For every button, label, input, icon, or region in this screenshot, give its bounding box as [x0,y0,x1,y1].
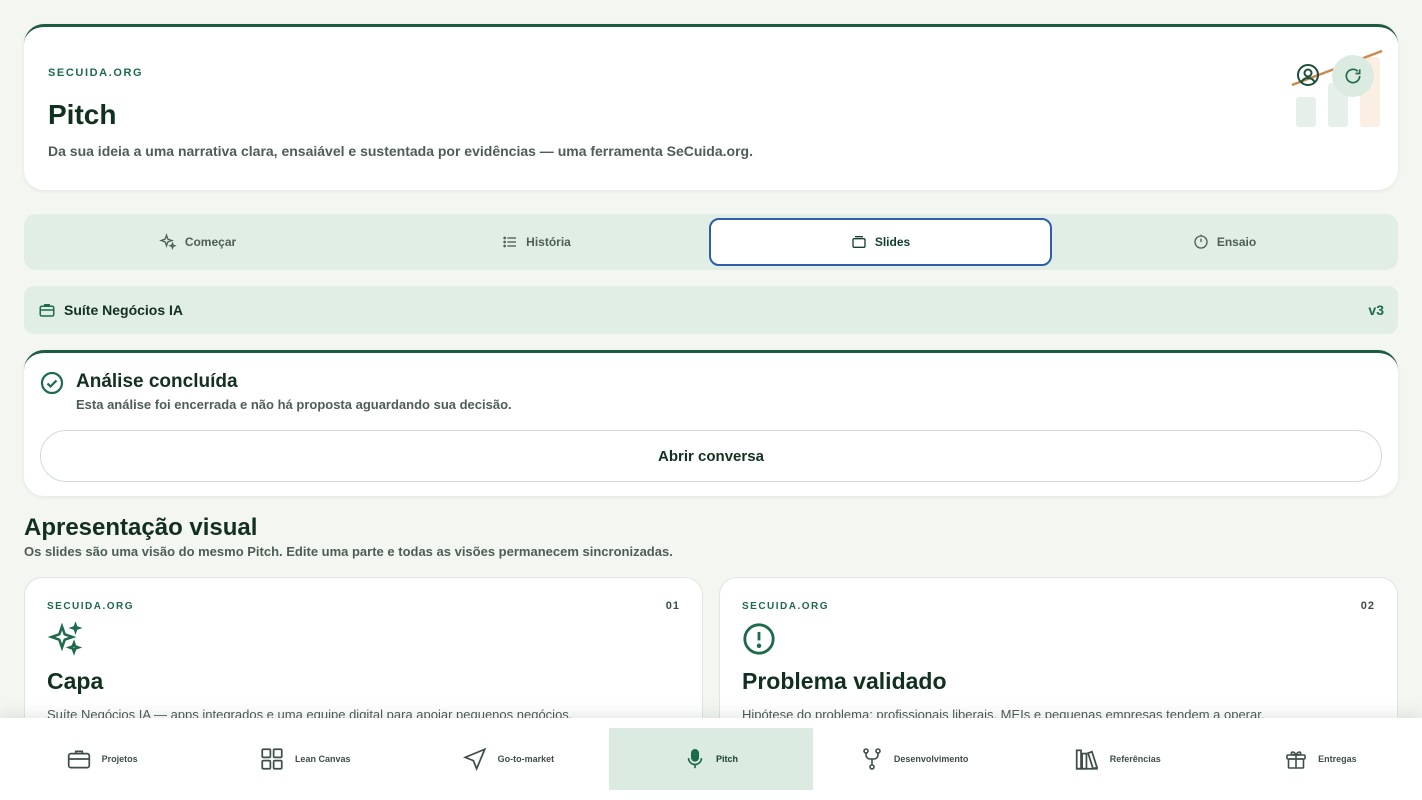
library-icon [1075,749,1098,770]
nav-label: Desenvolvimento [893,754,969,764]
refresh-button[interactable] [1332,55,1374,97]
bottom-nav: Projetos Lean Canvas Go-to-market Pitch … [0,718,1422,800]
tab-label: História [526,235,571,249]
refresh-icon [1345,68,1361,84]
tab-historia[interactable]: História [367,218,706,266]
nav-item-referencias[interactable]: Referências [1016,728,1219,790]
slide-brand: SECUIDA.ORG [47,600,135,612]
slide-title: Problema validado [742,668,947,694]
nav-label: Go-to-market [497,754,555,764]
tab-label: Ensaio [1216,235,1257,249]
slide-brand: SECUIDA.ORG [742,600,830,612]
tab-slides[interactable]: Slides [709,218,1052,266]
timer-icon [1194,234,1208,249]
alert-circle-icon [743,623,775,655]
nav-item-desenvolvimento[interactable]: Desenvolvimento [813,728,1016,790]
nav-label: Lean Canvas [294,754,351,764]
user-button[interactable] [1290,57,1326,93]
tab-label: Slides [874,235,911,249]
page: SECUIDA.ORG Pitch Da sua ideia a uma nar… [24,24,1398,777]
slide-number: 02 [1360,600,1375,612]
user-circle-icon [1297,64,1319,86]
brand-label: SECUIDA.ORG [48,67,144,79]
header-card: SECUIDA.ORG Pitch Da sua ideia a uma nar… [24,24,1398,190]
project-bar[interactable]: Suíte Negócios IA v3 [24,286,1398,334]
list-icon [503,236,517,248]
briefcase-icon [67,750,90,769]
slide-number: 01 [665,600,680,612]
microphone-icon [687,749,703,769]
nav-label: Referências [1109,754,1161,764]
nav-item-entregas[interactable]: Entregas [1219,728,1422,790]
nav-item-lean-canvas[interactable]: Lean Canvas [203,728,406,790]
nav-label: Pitch [715,754,738,764]
analysis-card: Análise concluída Esta análise foi encer… [24,350,1398,496]
git-branch-icon [863,748,881,770]
nav-item-projetos[interactable]: Projetos [0,728,203,790]
navigation-icon [462,747,486,772]
project-name: Suíte Negócios IA [64,302,184,318]
open-conversation-button[interactable]: Abrir conversa [40,430,1382,482]
briefcase-icon [39,304,55,317]
nav-item-go-to-market[interactable]: Go-to-market [406,728,609,790]
sparkles-icon [47,622,83,656]
nav-item-pitch[interactable]: Pitch [609,728,813,790]
section-title: Apresentação visual [24,514,258,541]
analysis-header: Análise concluída Esta análise foi encer… [40,371,1382,412]
nav-label: Entregas [1318,754,1357,764]
grid-icon [261,748,283,770]
tab-ensaio[interactable]: Ensaio [1055,218,1394,266]
pitch-tabs: Começar História Slides Ensaio [24,214,1398,270]
analysis-title: Análise concluída [76,371,238,392]
page-subtitle: Da sua ideia a uma narrativa clara, ensa… [48,143,753,159]
check-circle-icon [40,371,64,395]
sparkles-icon [158,233,177,250]
gift-icon [1286,751,1306,769]
page-title: Pitch [48,99,117,130]
tab-comecar[interactable]: Começar [28,218,367,266]
nav-label: Projetos [101,754,138,764]
tab-label: Começar [184,235,237,249]
slides-icon [852,236,866,248]
section-subtitle: Os slides são uma visão do mesmo Pitch. … [24,544,673,559]
analysis-description: Esta análise foi encerrada e não há prop… [76,397,512,412]
project-version: v3 [1368,302,1384,318]
slide-title: Capa [47,668,104,694]
